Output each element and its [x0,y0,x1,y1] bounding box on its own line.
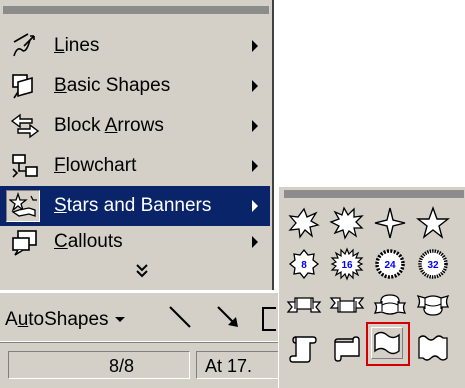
24-point-star-icon: 24 [375,249,405,279]
curved-ribbon-up-icon [373,294,407,315]
menu-item-basic-shapes[interactable]: Basic Shapes [0,66,270,106]
arrow-icon[interactable] [214,303,244,333]
submenu-arrow-icon [252,200,258,212]
24-point-star-button[interactable]: 24 [370,244,410,284]
cursor-position: At 17. [205,356,253,376]
vertical-scroll-button[interactable] [284,328,324,368]
submenu-arrow-icon [252,40,258,52]
double-chevron-down-icon [136,264,148,278]
double-wave-button[interactable] [413,328,453,368]
lines-icon [10,32,40,60]
horizontal-scroll-button[interactable] [327,328,367,368]
ribbon-up-icon [286,297,322,313]
status-bar: 8/8 At 17. [0,342,286,388]
5-point-star-icon [415,205,451,239]
star-8-label: 8 [301,260,307,271]
32-point-star-icon: 32 [418,249,448,279]
star-32-label: 32 [427,260,439,271]
menu-item-block-arrows[interactable]: Block Arrows [0,106,270,146]
vertical-scroll-icon [289,336,317,363]
flowchart-icon [10,152,40,180]
block-arrows-icon [10,112,40,140]
16-point-star-icon: 16 [330,247,364,281]
submenu-drag-handle[interactable] [284,190,464,198]
32-point-star-button[interactable]: 32 [413,244,453,284]
expand-menu-button[interactable] [130,260,154,282]
wave-icon [374,331,400,355]
menu-item-label: Lines [54,35,100,56]
explosion-2-button[interactable] [327,203,367,243]
line-icon[interactable] [166,303,196,333]
menu-item-label: Stars and Banners [54,195,212,216]
dropdown-arrow-icon [114,317,125,323]
menu-shadow [272,0,274,290]
menu-item-label: Flowchart [54,155,137,176]
ribbon-up-button[interactable] [284,285,324,325]
horizontal-scroll-icon [334,336,360,362]
page-count: 8/8 [109,356,135,376]
autoshapes-menu: Lines Basic Shapes Block Arrows Flowchar… [0,0,272,290]
menu-item-flowchart[interactable]: Flowchart [0,146,270,186]
4-point-star-icon [374,207,406,239]
submenu-arrow-icon [252,160,258,172]
curved-ribbon-up-button[interactable] [370,285,410,325]
menu-item-label: Basic Shapes [54,75,171,96]
star-24-label: 24 [384,260,396,271]
menu-item-callouts[interactable]: Callouts [0,222,270,262]
menu-item-lines[interactable]: Lines [0,26,270,66]
status-position-panel: At 17. [196,351,286,379]
basic-shapes-icon [10,72,40,100]
menu-item-label: Block Arrows [54,115,164,136]
menu-item-label: Callouts [54,231,123,252]
submenu-arrow-icon [252,236,258,248]
rectangle-icon[interactable] [262,307,276,331]
drawing-toolbar: AutoShapes [0,292,282,341]
5-point-star-button[interactable] [413,203,453,243]
stars-and-banners-icon [6,190,40,222]
submenu-arrow-icon [252,80,258,92]
explosion-2-icon [329,206,364,240]
wave-button[interactable] [366,322,410,366]
curved-ribbon-down-icon [416,294,450,316]
ribbon-down-button[interactable] [327,285,367,325]
menu-item-stars-and-banners[interactable]: Stars and Banners [0,186,270,226]
menu-drag-handle[interactable] [3,6,269,14]
stars-and-banners-submenu: 8 16 24 32 [278,186,465,388]
status-page-panel: 8/8 [8,351,190,379]
wave-button-bevel [371,327,403,359]
8-point-star-button[interactable]: 8 [284,244,324,284]
star-16-label: 16 [341,260,353,271]
double-wave-icon [418,335,448,361]
explosion-1-icon [288,207,320,239]
curved-ribbon-down-button[interactable] [413,285,453,325]
autoshapes-button[interactable]: AutoShapes [5,309,125,331]
callouts-icon [10,228,40,256]
16-point-star-button[interactable]: 16 [327,244,367,284]
explosion-1-button[interactable] [284,203,324,243]
8-point-star-icon: 8 [288,248,320,280]
4-point-star-button[interactable] [370,203,410,243]
ribbon-down-icon [329,297,365,313]
submenu-arrow-icon [252,120,258,132]
